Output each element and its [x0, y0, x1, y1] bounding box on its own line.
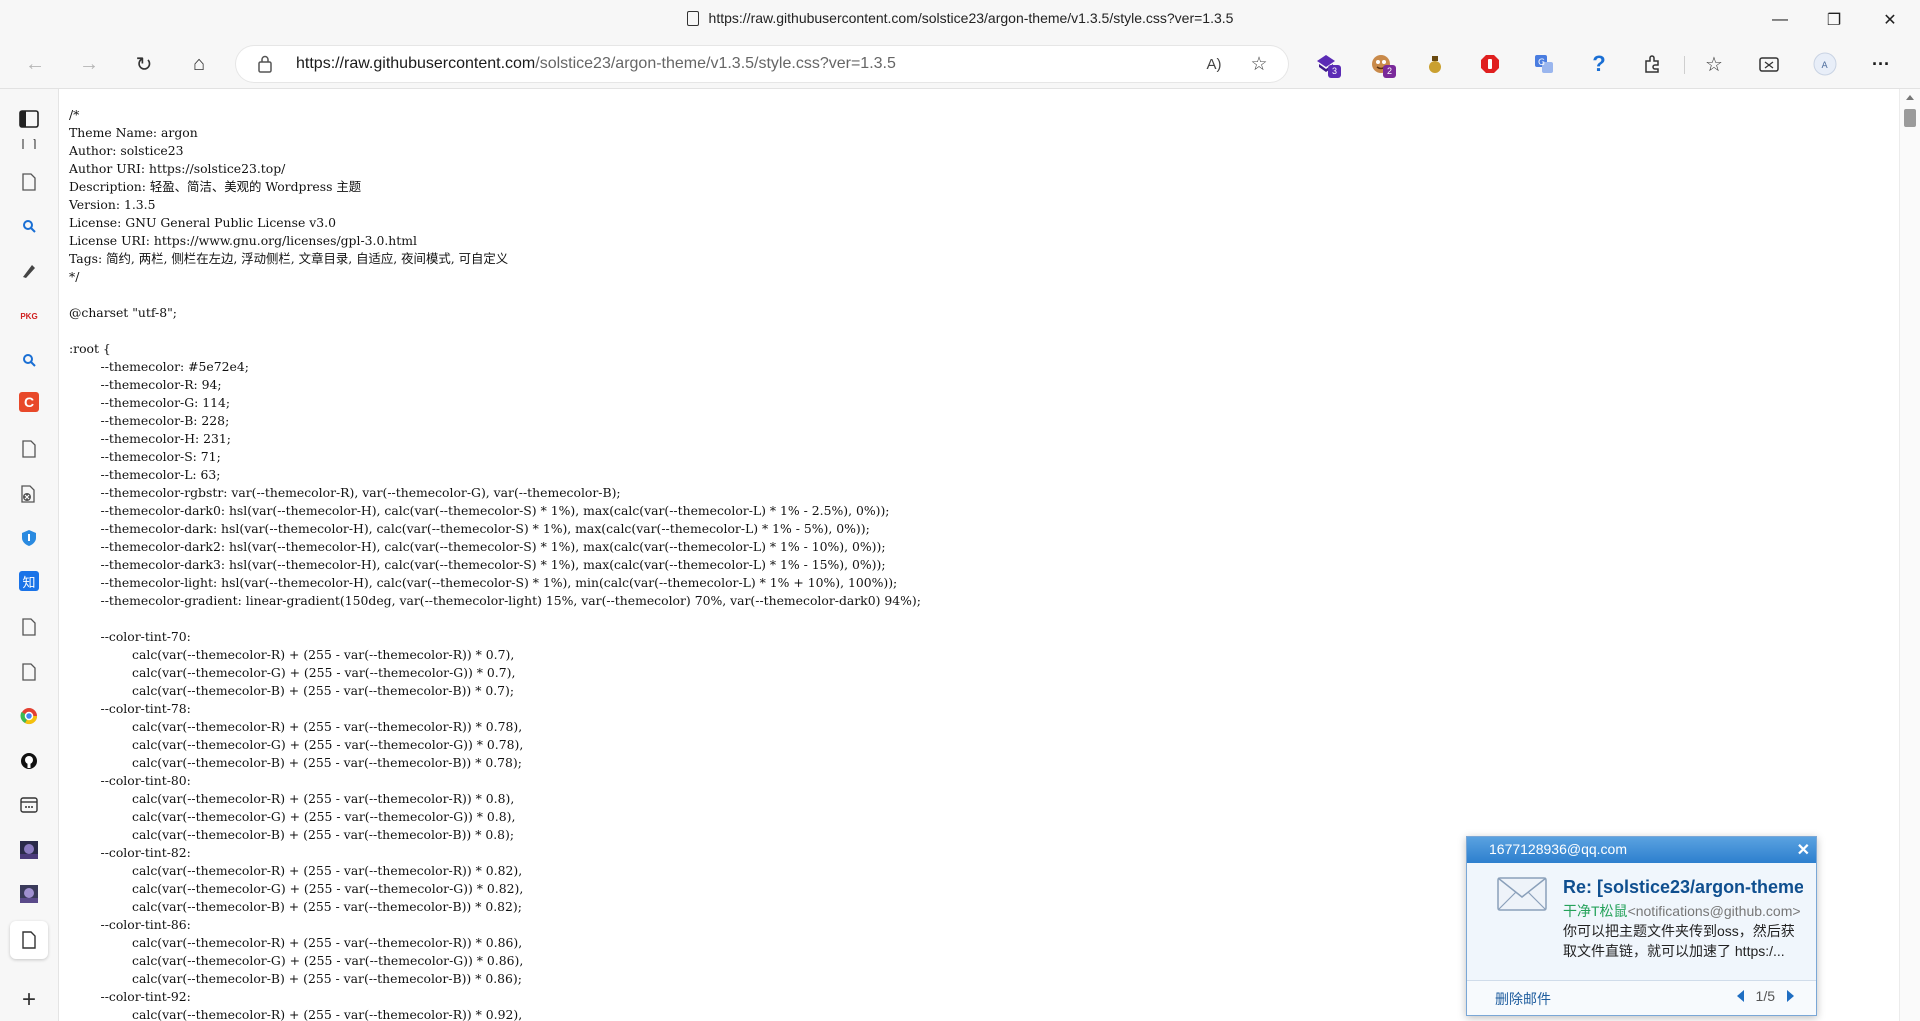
mail-subject[interactable]: Re: [solstice23/argon-theme] [B...: [1563, 877, 1803, 898]
page-icon[interactable]: [17, 139, 41, 149]
svg-text:G: G: [1538, 58, 1545, 68]
calendar-icon[interactable]: [17, 793, 41, 817]
toolbar-separator: [1684, 56, 1685, 74]
url-text[interactable]: https://raw.githubusercontent.com/solsti…: [296, 55, 896, 73]
url-path: /solstice23/argon-theme/v1.3.5/style.css…: [535, 55, 896, 72]
c-app-icon[interactable]: C: [19, 392, 39, 412]
vertical-tab-sidebar: PKG C 知 +: [0, 89, 59, 1021]
notification-account: 1677128936@qq.com: [1489, 841, 1627, 857]
github-icon[interactable]: [17, 749, 41, 773]
ext-badge: 3: [1328, 65, 1341, 78]
scroll-up-arrow[interactable]: [1906, 95, 1914, 100]
document-icon: [686, 11, 699, 26]
zhihu-icon[interactable]: 知: [19, 571, 39, 591]
shield-icon[interactable]: [17, 526, 41, 550]
help-icon[interactable]: ?: [1582, 48, 1616, 80]
url-host: https://raw.githubusercontent.com: [296, 55, 536, 72]
ext-tampermonkey-icon[interactable]: 2: [1364, 48, 1398, 80]
tab-actions-icon[interactable]: [17, 107, 41, 131]
maximize-button[interactable]: ❐: [1806, 0, 1862, 40]
notification-pager: 1/5: [1736, 988, 1794, 1004]
window-title: https://raw.githubusercontent.com/solsti…: [0, 10, 1920, 26]
page-icon[interactable]: [17, 437, 41, 461]
page-icon[interactable]: [17, 170, 41, 194]
anime-icon[interactable]: [17, 882, 41, 906]
title-bar: https://raw.githubusercontent.com/solsti…: [0, 0, 1920, 40]
forward-button[interactable]: →: [71, 48, 107, 80]
previous-arrow-icon[interactable]: [1736, 990, 1744, 1002]
vertical-scrollbar[interactable]: [1899, 89, 1920, 1021]
search-icon[interactable]: [17, 348, 41, 372]
minimize-button[interactable]: —: [1752, 0, 1808, 40]
page-error-icon[interactable]: [17, 482, 41, 506]
profile-avatar[interactable]: A: [1808, 48, 1842, 80]
more-menu-icon[interactable]: ···: [1864, 48, 1898, 80]
sender-email: <notifications@github.com>: [1627, 903, 1801, 919]
svg-text:A: A: [1822, 61, 1829, 71]
sender-name: 干净T松鼠: [1563, 903, 1628, 919]
back-button[interactable]: ←: [17, 48, 53, 80]
add-favorite-icon[interactable]: ☆: [1246, 52, 1272, 76]
browser-toolbar: ← → ↻ ⌂ https://raw.githubusercontent.co…: [0, 40, 1920, 89]
scroll-thumb[interactable]: [1904, 109, 1916, 127]
ext-adblock-icon[interactable]: [1473, 48, 1507, 80]
stylesheet-source: /* Theme Name: argon Author: solstice23 …: [69, 107, 921, 1021]
notification-header: 1677128936@qq.com ✕: [1467, 837, 1816, 863]
notification-footer: 删除邮件 1/5: [1467, 980, 1816, 1015]
mail-notification[interactable]: 1677128936@qq.com ✕ Re: [solstice23/argo…: [1466, 836, 1817, 1016]
chrome-icon[interactable]: [17, 704, 41, 728]
delete-mail-button[interactable]: 删除邮件: [1495, 989, 1551, 1009]
notification-close-button[interactable]: ✕: [1797, 840, 1810, 860]
close-button[interactable]: ✕: [1862, 0, 1918, 40]
extensions-icon[interactable]: [1636, 48, 1670, 80]
active-tab-page-icon[interactable]: [10, 921, 48, 959]
ext-bottle-icon[interactable]: [1418, 48, 1452, 80]
anime-icon[interactable]: [17, 838, 41, 862]
search-icon[interactable]: [17, 214, 41, 238]
favorites-icon[interactable]: ☆: [1697, 48, 1731, 80]
page-icon[interactable]: [17, 615, 41, 639]
ext-purple-icon[interactable]: 3: [1309, 48, 1343, 80]
next-arrow-icon[interactable]: [1787, 990, 1794, 1002]
envelope-icon: [1497, 877, 1547, 911]
home-button[interactable]: ⌂: [181, 48, 217, 80]
page-icon[interactable]: [17, 660, 41, 684]
refresh-button[interactable]: ↻: [126, 48, 162, 80]
ext-badge: 2: [1383, 65, 1396, 78]
red-badge-icon[interactable]: PKG: [17, 304, 41, 328]
mail-sender: 干净T松鼠<notifications@github.com>: [1563, 901, 1801, 921]
pen-icon[interactable]: [17, 259, 41, 283]
lock-icon[interactable]: [258, 55, 272, 73]
read-aloud-icon[interactable]: A): [1201, 52, 1227, 76]
collections-icon[interactable]: [1752, 48, 1786, 80]
page-indicator: 1/5: [1755, 988, 1775, 1004]
address-bar[interactable]: https://raw.githubusercontent.com/solsti…: [236, 46, 1288, 82]
mail-preview[interactable]: 你可以把主题文件夹传到oss，然后获取文件直链，就可以加速了 https:/..…: [1563, 921, 1808, 961]
ext-translate-icon[interactable]: G: [1527, 48, 1561, 80]
add-tab-icon[interactable]: +: [17, 986, 41, 1013]
